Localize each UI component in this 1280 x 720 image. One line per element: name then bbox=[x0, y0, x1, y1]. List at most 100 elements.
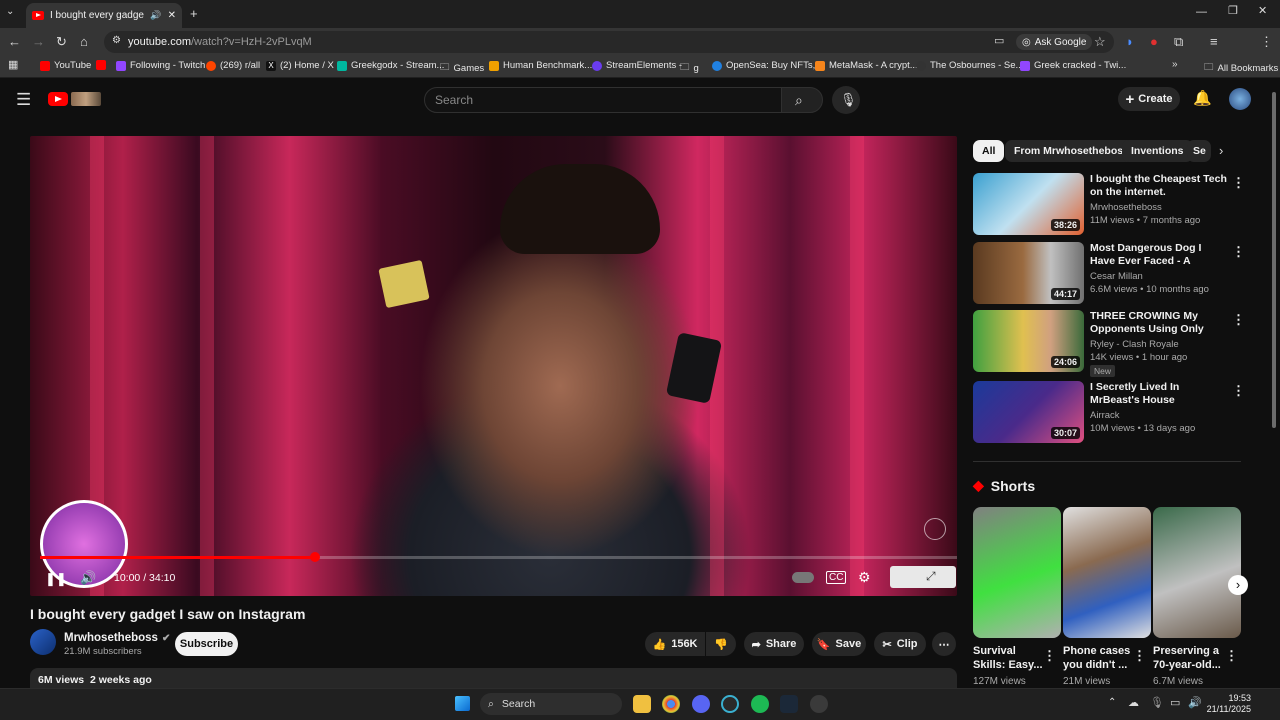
video-player[interactable] bbox=[30, 136, 957, 596]
video-thumbnail[interactable]: 24:06 bbox=[973, 310, 1084, 372]
video-thumbnail[interactable]: 44:17 bbox=[973, 242, 1084, 304]
youtube-logo[interactable] bbox=[48, 91, 102, 107]
bookmark-youtube-2[interactable] bbox=[96, 60, 106, 70]
account-avatar[interactable] bbox=[1229, 88, 1251, 110]
short-title[interactable]: Phone cases you didn't ... bbox=[1063, 644, 1139, 672]
short-thumbnail[interactable] bbox=[1153, 507, 1241, 638]
fullscreen-icon[interactable]: ⤢ bbox=[926, 569, 936, 584]
bookmark-opensea[interactable]: OpenSea: Buy NFTs,... bbox=[712, 60, 823, 71]
onedrive-icon[interactable]: ☁ bbox=[1128, 698, 1139, 709]
home-icon[interactable]: ⌂ bbox=[80, 35, 88, 48]
list-item[interactable]: 30:07 I Secretly Lived In MrBeast's Hous… bbox=[973, 381, 1245, 447]
tray-overflow-icon[interactable]: ⌃ bbox=[1108, 698, 1116, 708]
description-box[interactable]: 6M views 2 weeks ago bbox=[30, 668, 957, 690]
reading-list-icon[interactable]: ≡ bbox=[1210, 35, 1218, 48]
volume-icon[interactable]: 🔊 bbox=[80, 570, 96, 586]
bookmark-g-folder[interactable]: 🗀 g bbox=[680, 60, 699, 76]
reload-icon[interactable]: ↻ bbox=[56, 35, 67, 48]
ask-google-button[interactable]: ◎ Ask Google bbox=[1016, 34, 1093, 50]
hamburger-menu-icon[interactable]: ☰ bbox=[16, 91, 31, 108]
more-options-icon[interactable]: ⋮ bbox=[1232, 175, 1245, 191]
bookmark-osbournes[interactable]: The Osbournes - Se... bbox=[916, 60, 1023, 71]
channel-watermark-icon[interactable] bbox=[924, 518, 946, 540]
apps-grid-icon[interactable]: ▦ bbox=[8, 60, 18, 71]
tab-search-icon[interactable]: ⌄ bbox=[6, 7, 14, 17]
chip-all[interactable]: All bbox=[973, 140, 1005, 162]
bookmark-games-folder[interactable]: 🗀 Games bbox=[440, 60, 484, 76]
captions-icon[interactable]: CC bbox=[826, 571, 847, 584]
taskbar-clock[interactable]: 19:53 21/11/2025 bbox=[1205, 693, 1251, 715]
spotify-icon[interactable] bbox=[751, 695, 769, 713]
more-options-icon[interactable]: ⋮ bbox=[1133, 648, 1146, 664]
maximize-icon[interactable]: ❐ bbox=[1228, 6, 1238, 17]
more-bookmarks-icon[interactable]: » bbox=[1172, 60, 1178, 70]
save-button[interactable]: 🔖 Save bbox=[812, 632, 866, 656]
app-c-icon[interactable] bbox=[721, 695, 739, 713]
autoplay-toggle[interactable] bbox=[792, 572, 814, 583]
network-icon[interactable]: ▭ bbox=[1170, 698, 1180, 709]
bookmark-greek-cracked[interactable]: Greek cracked - Twi... bbox=[1020, 60, 1126, 71]
minimize-icon[interactable]: — bbox=[1196, 7, 1207, 18]
chip-inventions[interactable]: Inventions bbox=[1122, 140, 1193, 162]
channel-name[interactable]: Mrwhosetheboss bbox=[64, 632, 158, 644]
discord-icon[interactable] bbox=[692, 695, 710, 713]
short-title[interactable]: Preserving a 70-year-old... bbox=[1153, 644, 1229, 672]
miniplayer-preview[interactable] bbox=[890, 566, 956, 588]
extensions-puzzle-icon[interactable]: ⧉ bbox=[1174, 35, 1183, 48]
chrome-icon[interactable] bbox=[662, 695, 680, 713]
extension-icon[interactable]: ◗ bbox=[1126, 35, 1134, 48]
new-tab-icon[interactable]: + bbox=[190, 7, 198, 20]
close-window-icon[interactable]: ✕ bbox=[1258, 6, 1267, 17]
bookmark-twitch[interactable]: Following - Twitch bbox=[116, 60, 205, 71]
bookmark-reddit[interactable]: (269) r/all bbox=[206, 60, 260, 71]
rec-title[interactable]: I bought the Cheapest Tech on the intern… bbox=[1090, 173, 1228, 199]
bookmark-youtube[interactable]: YouTube bbox=[40, 60, 91, 71]
chevron-right-icon[interactable]: › bbox=[1219, 144, 1223, 157]
rec-title[interactable]: I Secretly Lived In MrBeast's House bbox=[1090, 381, 1228, 407]
bookmark-star-icon[interactable]: ☆ bbox=[1094, 35, 1106, 48]
more-options-icon[interactable]: ⋮ bbox=[1232, 244, 1245, 260]
extension-red-icon[interactable]: ● bbox=[1150, 35, 1158, 48]
app-icon[interactable] bbox=[810, 695, 828, 713]
bookmark-metamask[interactable]: MetaMask - A crypt... bbox=[815, 60, 918, 71]
volume-tray-icon[interactable]: 🔊 bbox=[1188, 698, 1202, 709]
channel-avatar[interactable] bbox=[30, 629, 56, 655]
video-thumbnail[interactable]: 30:07 bbox=[973, 381, 1084, 443]
settings-gear-icon[interactable]: ⚙ bbox=[858, 569, 871, 586]
site-info-icon[interactable]: ⚙ bbox=[112, 36, 121, 46]
rec-title[interactable]: THREE CROWING My Opponents Using Only Ro… bbox=[1090, 310, 1228, 337]
more-options-icon[interactable]: ⋮ bbox=[1043, 648, 1056, 664]
short-thumbnail[interactable] bbox=[973, 507, 1061, 638]
bookmark-streamelements[interactable]: StreamElements - bbox=[592, 60, 682, 71]
page-scrollbar[interactable] bbox=[1272, 92, 1276, 428]
dislike-button[interactable]: 👎 bbox=[706, 632, 736, 656]
list-item[interactable]: 24:06 THREE CROWING My Opponents Using O… bbox=[973, 310, 1245, 377]
back-icon[interactable]: ← bbox=[8, 35, 21, 48]
bookmark-x[interactable]: X (2) Home / X bbox=[266, 60, 334, 71]
steam-icon[interactable] bbox=[780, 695, 798, 713]
rec-title[interactable]: Most Dangerous Dog I Have Ever Faced - A… bbox=[1090, 242, 1228, 269]
share-button[interactable]: ➦ Share bbox=[744, 632, 804, 656]
video-progress-bar[interactable] bbox=[40, 556, 957, 559]
close-tab-icon[interactable]: ✕ bbox=[168, 10, 176, 21]
file-explorer-icon[interactable] bbox=[633, 695, 651, 713]
notifications-bell-icon[interactable]: 🔔 bbox=[1193, 91, 1212, 106]
search-input[interactable]: Search bbox=[424, 87, 782, 113]
channel-name-row[interactable]: Mrwhosetheboss ✔ bbox=[64, 632, 170, 644]
all-bookmarks[interactable]: 🗀 All Bookmarks bbox=[1204, 60, 1278, 76]
more-options-icon[interactable]: ⋮ bbox=[1225, 648, 1238, 664]
video-thumbnail[interactable]: 38:26 bbox=[973, 173, 1084, 235]
like-button[interactable]: 👍 156K bbox=[645, 632, 705, 656]
create-button[interactable]: + Create bbox=[1118, 87, 1180, 111]
rec-channel[interactable]: Airrack bbox=[1090, 410, 1120, 421]
more-options-icon[interactable]: ⋮ bbox=[1232, 383, 1245, 399]
search-button[interactable]: ⌕ bbox=[781, 87, 823, 113]
bookmark-greekgodx[interactable]: Greekgodx - Stream... bbox=[337, 60, 444, 71]
chip-partial[interactable]: Se bbox=[1187, 140, 1211, 162]
chip-from-channel[interactable]: From Mrwhosetheboss bbox=[1005, 140, 1138, 162]
list-item[interactable]: 44:17 Most Dangerous Dog I Have Ever Fac… bbox=[973, 242, 1245, 308]
subscribe-button[interactable]: Subscribe bbox=[175, 632, 238, 656]
browser-menu-icon[interactable]: ⋮ bbox=[1260, 35, 1273, 48]
short-title[interactable]: Survival Skills: Easy... bbox=[973, 644, 1049, 672]
mic-tray-icon[interactable]: 🎙 bbox=[1150, 698, 1164, 709]
